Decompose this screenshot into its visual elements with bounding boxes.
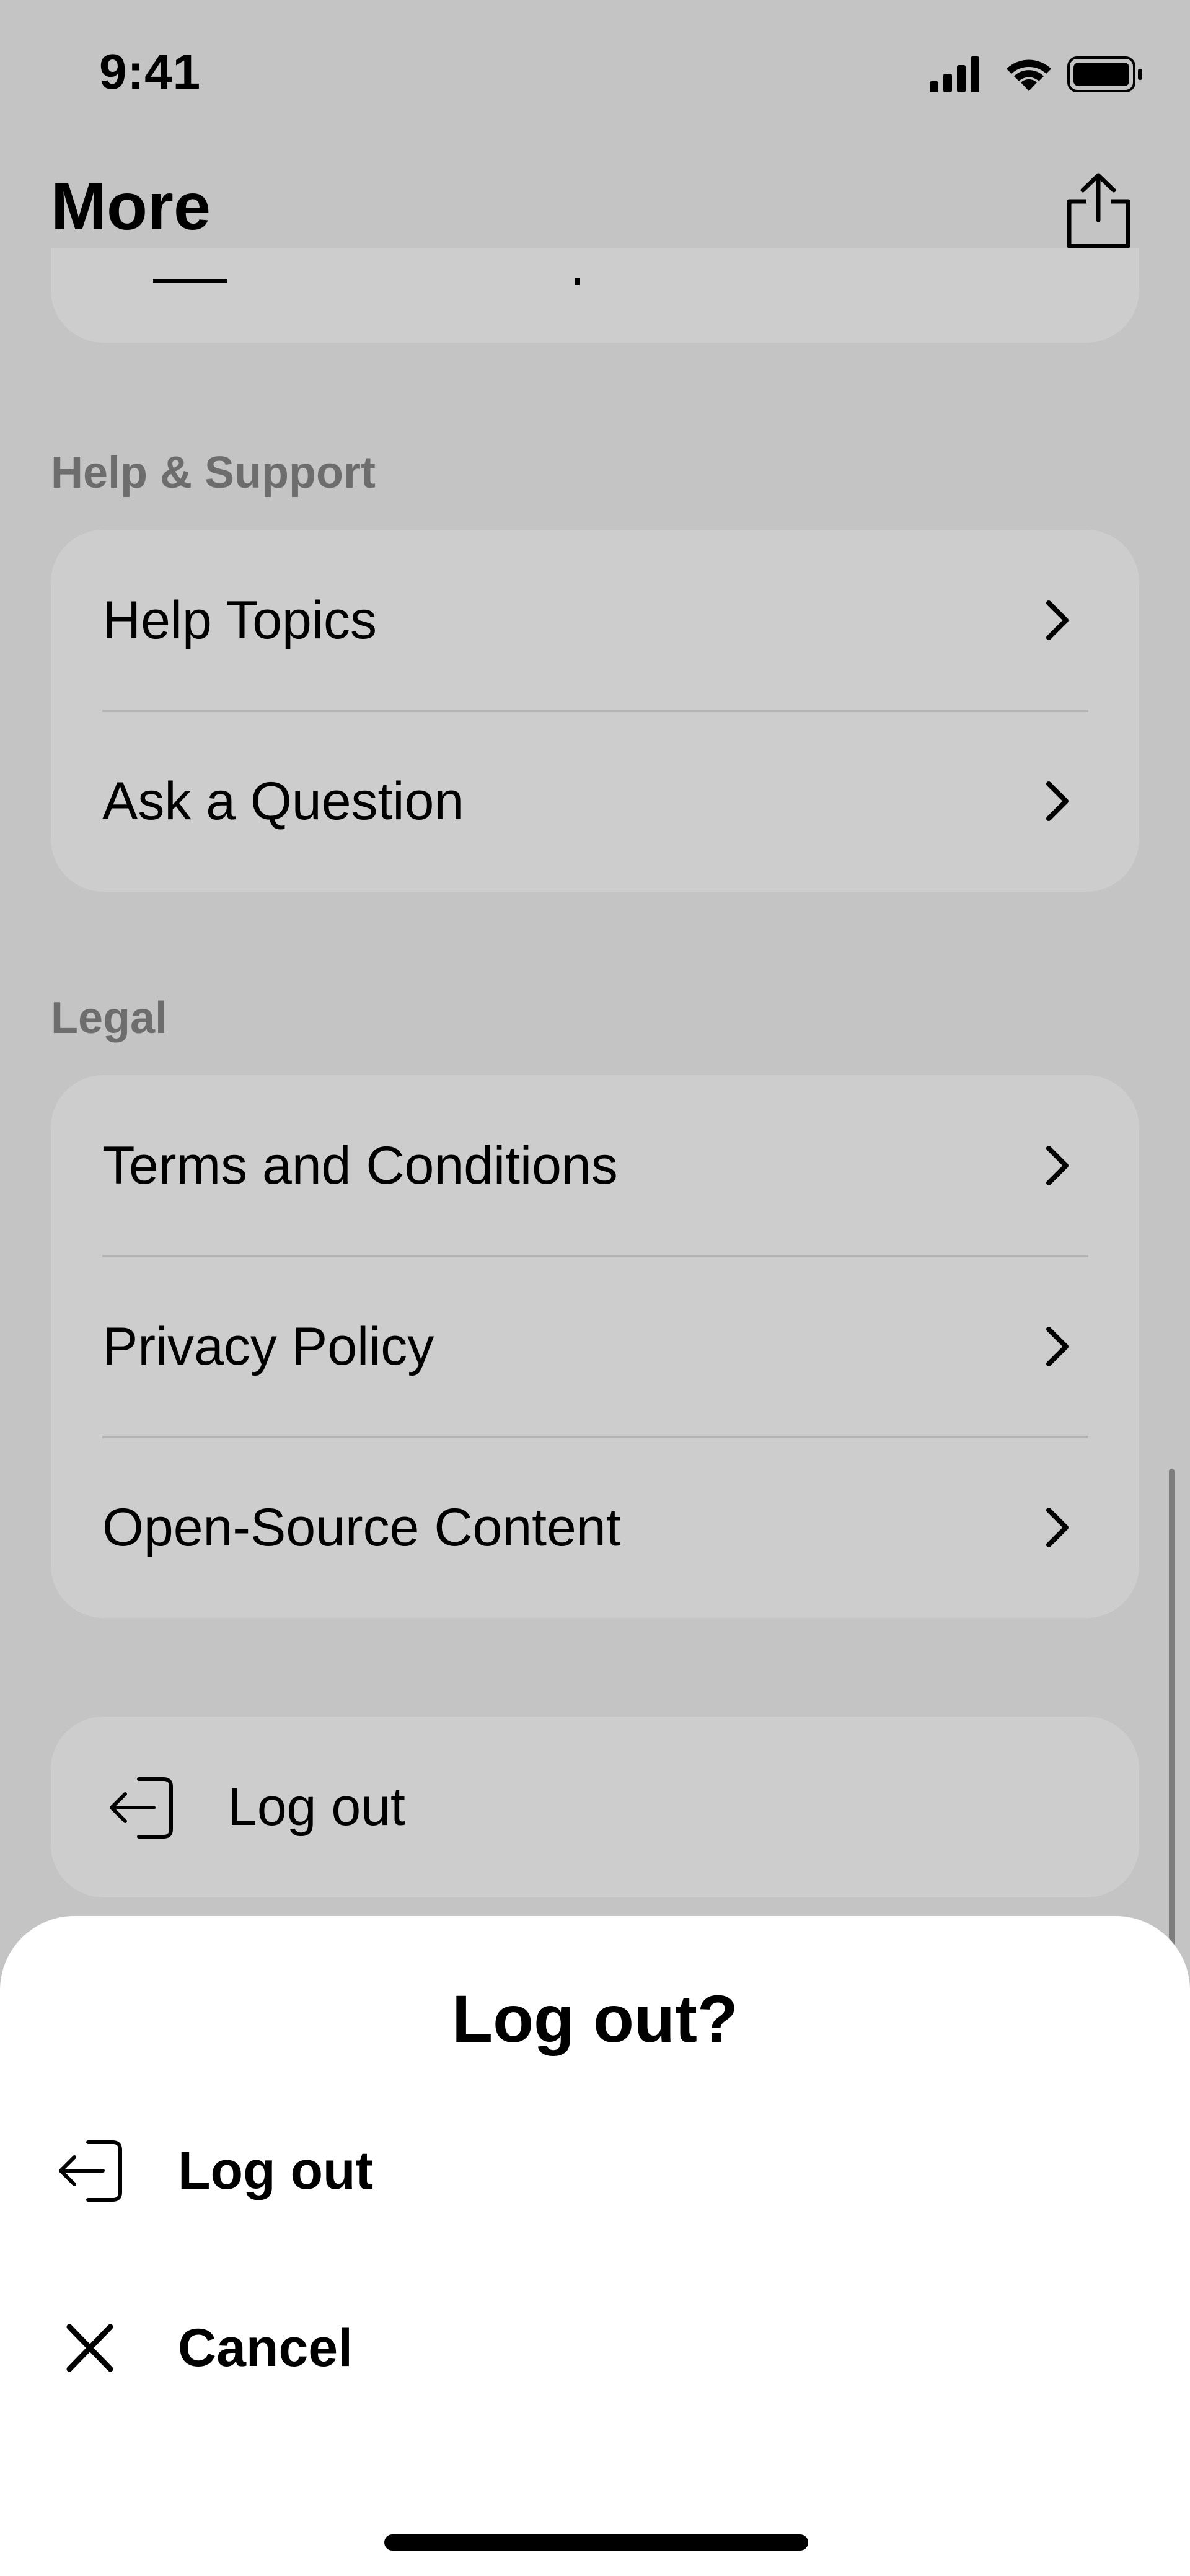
section-header-legal: Legal — [51, 993, 168, 1043]
sheet-cancel-button[interactable]: Cancel — [0, 2274, 1190, 2422]
status-icons — [930, 53, 1144, 96]
close-icon — [66, 2324, 113, 2372]
row-help-topics[interactable]: Help Topics — [51, 530, 1139, 711]
sheet-logout-button[interactable]: Log out — [0, 2096, 1190, 2245]
row-ask-a-question[interactable]: Ask a Question — [51, 711, 1139, 892]
sheet-title: Log out? — [452, 1981, 738, 2056]
battery-icon — [1067, 56, 1142, 92]
share-button[interactable] — [1063, 170, 1134, 251]
logout-row-label: Log out — [227, 1777, 405, 1837]
log-out-icon — [110, 1777, 173, 1839]
row-privacy-policy[interactable]: Privacy Policy — [51, 1256, 1139, 1437]
row-label: Ask a Question — [102, 771, 464, 831]
scroll-indicator — [1169, 1469, 1175, 1952]
chevron-right-icon — [1046, 600, 1069, 640]
row-open-source-content[interactable]: Open-Source Content — [51, 1437, 1139, 1618]
chevron-right-icon — [1046, 1146, 1069, 1185]
chevron-right-icon — [1046, 781, 1069, 821]
cellular-signal-icon — [930, 56, 979, 92]
logout-row[interactable]: Log out — [51, 1717, 1139, 1897]
home-indicator — [384, 2534, 808, 2551]
log-out-icon — [59, 2140, 122, 2202]
partial-row-glyphs — [153, 278, 580, 285]
chevron-right-icon — [1046, 1508, 1069, 1547]
row-terms-and-conditions[interactable]: Terms and Conditions — [51, 1075, 1139, 1256]
partial-card — [51, 248, 1139, 343]
status-time: 9:41 — [99, 44, 201, 99]
help-support-card: Help Topics Ask a Question — [51, 530, 1139, 892]
page-title: More — [51, 169, 211, 244]
section-header-help-support: Help & Support — [51, 448, 376, 498]
row-label: Help Topics — [102, 591, 377, 650]
share-icon — [1067, 173, 1130, 248]
row-label: Open-Source Content — [102, 1498, 621, 1557]
chevron-right-icon — [1046, 1327, 1069, 1366]
row-label: Privacy Policy — [102, 1317, 434, 1376]
wifi-icon — [1007, 59, 1051, 91]
sheet-cancel-label: Cancel — [178, 2318, 353, 2378]
row-label: Terms and Conditions — [102, 1136, 618, 1195]
sheet-logout-label: Log out — [178, 2141, 374, 2200]
legal-card: Terms and Conditions Privacy Policy Open… — [51, 1075, 1139, 1618]
